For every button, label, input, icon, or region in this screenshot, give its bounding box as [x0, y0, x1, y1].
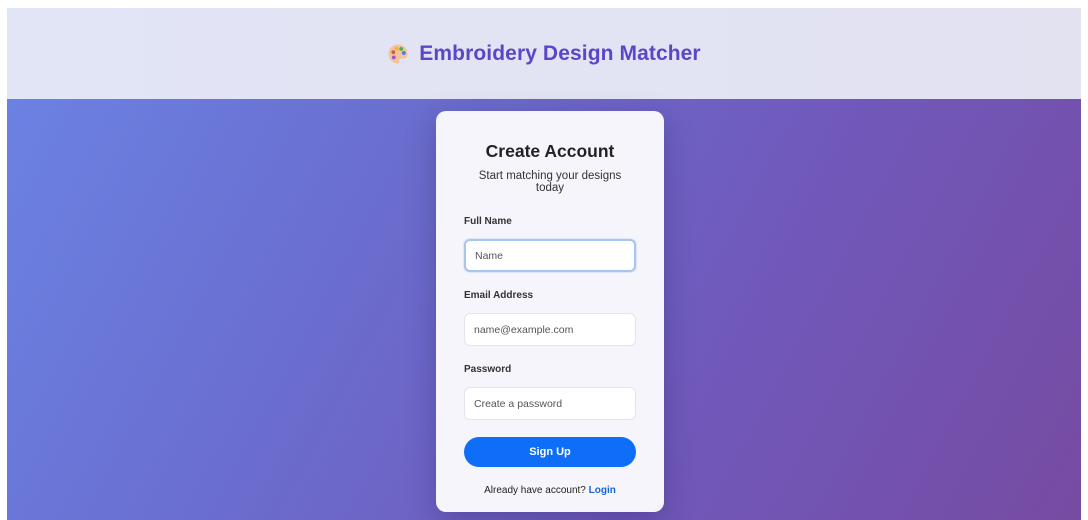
password-label: Password: [464, 364, 512, 375]
email-label: Email Address: [464, 290, 534, 301]
sign-up-button[interactable]: Sign Up: [464, 437, 636, 467]
artist-palette-icon: [387, 43, 409, 65]
signup-card: Create Account Start matching your desig…: [436, 111, 664, 512]
full-name-input[interactable]: [464, 239, 636, 272]
app-title: Embroidery Design Matcher: [419, 41, 701, 65]
email-input[interactable]: [464, 313, 636, 346]
app-frame: Embroidery Design Matcher Create Account…: [7, 8, 1081, 520]
page-header: Embroidery Design Matcher: [7, 8, 1081, 99]
full-name-label: Full Name: [464, 216, 512, 227]
card-subtitle: Start matching your designs today: [478, 170, 622, 194]
login-link[interactable]: Login: [589, 485, 616, 496]
password-input[interactable]: [464, 387, 636, 420]
login-prompt: Already have account? Login: [464, 485, 636, 496]
brand: Embroidery Design Matcher: [387, 41, 701, 66]
card-title: Create Account: [485, 141, 615, 161]
login-prompt-text: Already have account?: [484, 485, 586, 496]
